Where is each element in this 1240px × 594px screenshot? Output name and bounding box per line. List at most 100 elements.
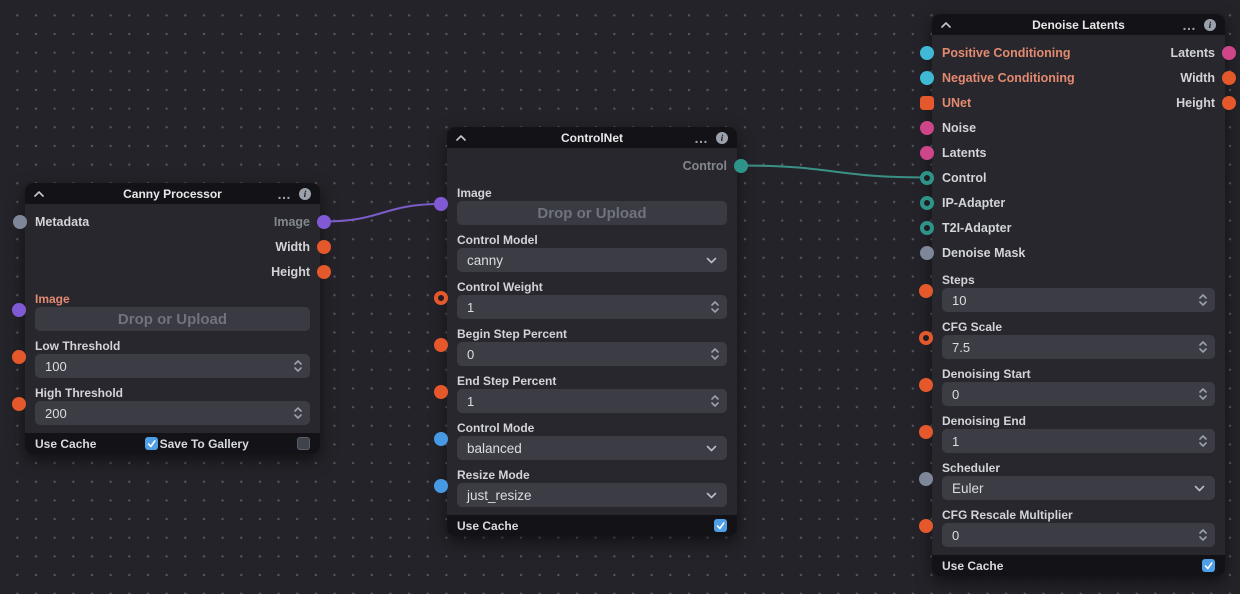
port-handle-unet-in[interactable]: [920, 96, 934, 110]
io-row: Latents: [942, 140, 1215, 165]
field-cfg-rescale-multiplier: CFG Rescale Multiplier0: [942, 507, 1215, 547]
port-handle-ip-adapter-in[interactable]: [920, 196, 934, 210]
node-header[interactable]: Canny Processor…i: [25, 183, 320, 204]
image-dropzone[interactable]: Drop or Upload: [457, 201, 727, 225]
use-cache-checkbox[interactable]: [714, 519, 727, 532]
stepper-down-button[interactable]: [1199, 442, 1207, 447]
stepper-down-button[interactable]: [1199, 301, 1207, 306]
input-value: 10: [942, 293, 966, 308]
field-handle-cfg-rescale-multiplier[interactable]: [919, 519, 933, 533]
node-canny: Canny Processor…iMetadataImageWidthHeigh…: [25, 183, 320, 454]
select-scheduler[interactable]: Euler: [942, 476, 1215, 500]
node-body: MetadataImageWidthHeightImageDrop or Upl…: [25, 204, 320, 433]
port-handle-noise-in[interactable]: [920, 121, 934, 135]
port-label-latents-out: Latents: [1171, 46, 1215, 60]
workflow-canvas[interactable]: Canny Processor…iMetadataImageWidthHeigh…: [0, 0, 1240, 594]
field-handle-end-step-percent[interactable]: [434, 385, 448, 399]
edge-controlnet-control-to-denoise-control[interactable]: [741, 166, 927, 178]
save-to-gallery-checkbox[interactable]: [297, 437, 310, 450]
field-handle-scheduler[interactable]: [919, 472, 933, 486]
port-handle-width-out[interactable]: [317, 240, 331, 254]
field-handle-image-field[interactable]: [434, 197, 448, 211]
field-handle-resize-mode[interactable]: [434, 479, 448, 493]
stepper-down-button[interactable]: [1199, 348, 1207, 353]
number-input-cfg-scale[interactable]: 7.5: [942, 335, 1215, 359]
stepper-down-button[interactable]: [294, 414, 302, 419]
port-handle-image-out[interactable]: [317, 215, 331, 229]
number-input-denoising-start[interactable]: 0: [942, 382, 1215, 406]
collapse-button[interactable]: [941, 22, 951, 28]
field-label-control-mode: Control Mode: [457, 420, 727, 436]
number-input-low-threshold[interactable]: 100: [35, 354, 310, 378]
port-handle-control-in[interactable]: [920, 171, 934, 185]
stepper-up-button[interactable]: [1199, 388, 1207, 393]
stepper-down-button[interactable]: [711, 355, 719, 360]
select-control-model[interactable]: canny: [457, 248, 727, 272]
stepper-up-button[interactable]: [1199, 341, 1207, 346]
number-stepper: [1199, 435, 1215, 447]
node-menu-ellipsis-icon[interactable]: …: [277, 189, 292, 199]
number-input-cfg-rescale-multiplier[interactable]: 0: [942, 523, 1215, 547]
number-input-denoising-end[interactable]: 1: [942, 429, 1215, 453]
input-value: 0: [942, 528, 959, 543]
stepper-up-button[interactable]: [1199, 294, 1207, 299]
edge-canny-image-to-controlnet-image[interactable]: [324, 204, 441, 222]
stepper-up-button[interactable]: [711, 348, 719, 353]
port-handle-width-out[interactable]: [1222, 71, 1236, 85]
node-menu-ellipsis-icon[interactable]: …: [1182, 20, 1197, 30]
collapse-button[interactable]: [456, 135, 466, 141]
field-handle-control-weight[interactable]: [434, 291, 448, 305]
node-menu-ellipsis-icon[interactable]: …: [694, 133, 709, 143]
port-handle-denoise-mask-in[interactable]: [920, 246, 934, 260]
field-handle-begin-step-percent[interactable]: [434, 338, 448, 352]
field-handle-denoising-start[interactable]: [919, 378, 933, 392]
use-cache-checkbox[interactable]: [1202, 559, 1215, 572]
port-label-control-in: Control: [942, 171, 986, 185]
select-control-mode[interactable]: balanced: [457, 436, 727, 460]
port-label-denoise-mask-in: Denoise Mask: [942, 246, 1025, 260]
collapse-button[interactable]: [34, 191, 44, 197]
field-handle-image-field[interactable]: [12, 303, 26, 317]
port-handle-latents-in[interactable]: [920, 146, 934, 160]
stepper-down-button[interactable]: [711, 308, 719, 313]
stepper-down-button[interactable]: [1199, 395, 1207, 400]
info-icon[interactable]: i: [299, 188, 311, 200]
number-input-high-threshold[interactable]: 200: [35, 401, 310, 425]
number-input-end-step-percent[interactable]: 1: [457, 389, 727, 413]
field-handle-cfg-scale[interactable]: [919, 331, 933, 345]
port-handle-latents-out[interactable]: [1222, 46, 1236, 60]
use-cache-checkbox[interactable]: [145, 437, 158, 450]
port-handle-metadata-in[interactable]: [13, 215, 27, 229]
number-input-control-weight[interactable]: 1: [457, 295, 727, 319]
field-handle-denoising-end[interactable]: [919, 425, 933, 439]
field-handle-high-threshold[interactable]: [12, 397, 26, 411]
info-icon[interactable]: i: [716, 132, 728, 144]
number-input-steps[interactable]: 10: [942, 288, 1215, 312]
port-handle-negative-conditioning-in[interactable]: [920, 71, 934, 85]
stepper-up-button[interactable]: [294, 407, 302, 412]
node-header[interactable]: Denoise Latents…i: [932, 14, 1225, 35]
stepper-up-button[interactable]: [711, 395, 719, 400]
stepper-up-button[interactable]: [711, 301, 719, 306]
stepper-down-button[interactable]: [294, 367, 302, 372]
select-resize-mode[interactable]: just_resize: [457, 483, 727, 507]
info-icon[interactable]: i: [1204, 19, 1216, 31]
stepper-down-button[interactable]: [711, 402, 719, 407]
field-label-image-field: Image: [35, 291, 310, 307]
number-input-begin-step-percent[interactable]: 0: [457, 342, 727, 366]
field-handle-low-threshold[interactable]: [12, 350, 26, 364]
port-handle-control-out[interactable]: [734, 159, 748, 173]
stepper-up-button[interactable]: [294, 360, 302, 365]
field-handle-steps[interactable]: [919, 284, 933, 298]
port-handle-t2i-adapter-in[interactable]: [920, 221, 934, 235]
image-dropzone[interactable]: Drop or Upload: [35, 307, 310, 331]
port-handle-height-out[interactable]: [317, 265, 331, 279]
stepper-up-button[interactable]: [1199, 529, 1207, 534]
input-value: 0: [942, 387, 959, 402]
stepper-down-button[interactable]: [1199, 536, 1207, 541]
node-header[interactable]: ControlNet…i: [447, 127, 737, 148]
stepper-up-button[interactable]: [1199, 435, 1207, 440]
field-handle-control-mode[interactable]: [434, 432, 448, 446]
port-handle-height-out[interactable]: [1222, 96, 1236, 110]
port-handle-positive-conditioning-in[interactable]: [920, 46, 934, 60]
